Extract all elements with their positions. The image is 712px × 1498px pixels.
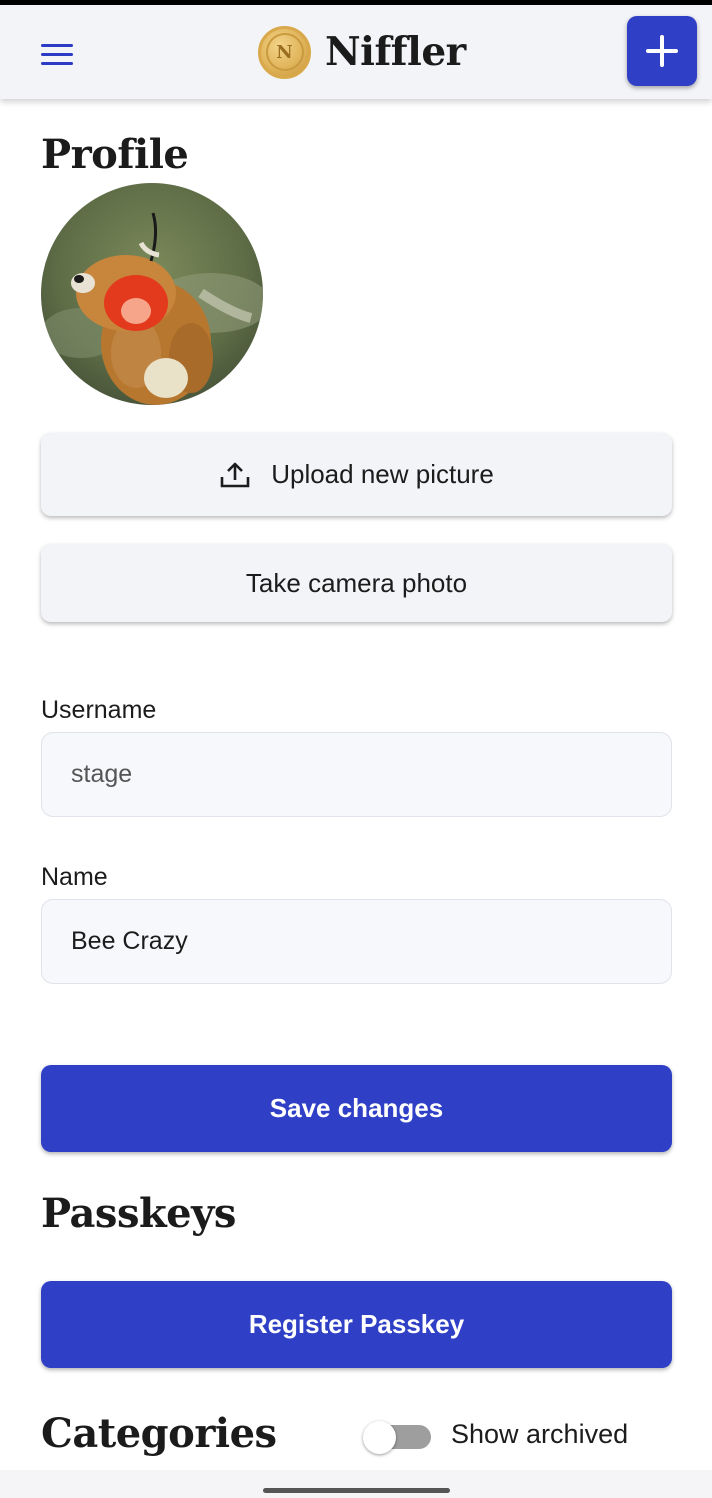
app-header: N Niffler <box>0 5 712 99</box>
toggle-knob <box>363 1421 396 1454</box>
brand-logo[interactable]: N Niffler <box>258 24 466 80</box>
show-archived-toggle[interactable] <box>363 1421 431 1454</box>
logo-letter: N <box>276 41 293 63</box>
add-spending-button[interactable] <box>627 16 697 86</box>
username-label: Username <box>41 696 157 724</box>
profile-title: Profile <box>41 131 189 178</box>
save-changes-label: Save changes <box>269 1093 444 1123</box>
coin-logo-icon: N <box>258 25 311 79</box>
save-changes-button[interactable]: Save changes <box>41 1065 672 1152</box>
name-field[interactable]: Bee Crazy <box>41 899 672 984</box>
name-value: Bee Crazy <box>71 927 188 955</box>
passkeys-title: Passkeys <box>41 1190 236 1237</box>
bottom-safe-area <box>0 1470 712 1498</box>
take-camera-photo-label: Take camera photo <box>245 567 468 598</box>
app-name: Niffler <box>325 29 466 75</box>
categories-title: Categories <box>41 1410 277 1457</box>
upload-icon <box>220 462 250 487</box>
home-indicator[interactable] <box>263 1488 450 1493</box>
take-camera-photo-button[interactable]: Take camera photo <box>41 544 672 622</box>
show-archived-label: Show archived <box>451 1419 629 1449</box>
avatar <box>41 183 263 405</box>
upload-picture-label: Upload new picture <box>271 459 494 489</box>
hamburger-menu-icon[interactable] <box>38 38 78 70</box>
register-passkey-button[interactable]: Register Passkey <box>41 1281 672 1368</box>
username-value: stage <box>71 760 133 788</box>
register-passkey-label: Register Passkey <box>248 1309 465 1339</box>
avatar-image <box>41 183 263 405</box>
username-field[interactable]: stage <box>41 732 672 817</box>
upload-picture-button[interactable]: Upload new picture <box>41 433 672 516</box>
name-label: Name <box>41 863 108 891</box>
